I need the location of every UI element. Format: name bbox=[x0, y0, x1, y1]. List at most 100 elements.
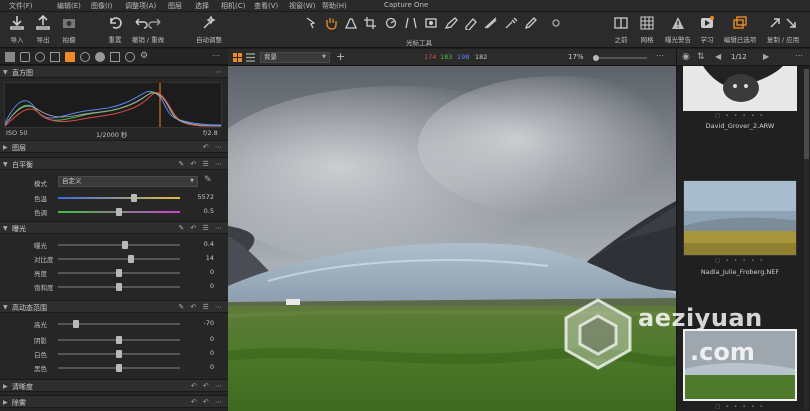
cursor-tools-more[interactable] bbox=[548, 16, 564, 30]
menu-camera[interactable]: 相机(C) bbox=[221, 1, 245, 11]
adjustments-tab-icon[interactable] bbox=[110, 52, 120, 62]
white-value[interactable]: 0 bbox=[188, 349, 214, 357]
contrast-value[interactable]: 14 bbox=[188, 254, 214, 262]
white-balance-header[interactable]: ▼ 白平衡 ✎ ↶ ☰ ⋯ bbox=[0, 157, 228, 170]
list-view-icon[interactable] bbox=[246, 53, 255, 62]
thumbnail-2[interactable] bbox=[683, 180, 797, 256]
shadow-slider[interactable] bbox=[58, 336, 180, 344]
composition-tab-icon[interactable] bbox=[50, 52, 60, 62]
section-tools-icon[interactable]: ↶ ⋯ bbox=[203, 143, 224, 151]
section-tools-icon[interactable]: ✎ ↶ ☰ ⋯ bbox=[178, 160, 224, 168]
picker-tool[interactable] bbox=[503, 16, 519, 30]
slider-knob[interactable] bbox=[116, 269, 122, 277]
menu-layer[interactable]: 图层 bbox=[168, 1, 182, 11]
details-tab-icon[interactable] bbox=[95, 52, 105, 62]
annotate-tool[interactable] bbox=[523, 16, 539, 30]
wb-kelvin-value[interactable]: 5572 bbox=[188, 193, 214, 201]
thumbnail-1[interactable] bbox=[683, 66, 797, 111]
grid-view-icon[interactable] bbox=[233, 53, 242, 62]
tabs-menu-icon[interactable]: ⋯ bbox=[212, 52, 222, 62]
exposure-warning-button[interactable]: 曝光警告 bbox=[660, 15, 696, 44]
wb-kelvin-slider[interactable] bbox=[58, 194, 180, 202]
import-button[interactable]: 导入 bbox=[6, 15, 28, 44]
menu-view[interactable]: 查看(V) bbox=[254, 1, 278, 11]
scrollbar-thumb[interactable] bbox=[804, 69, 809, 159]
rating-dots[interactable]: □ • • • • • bbox=[683, 404, 797, 410]
highlight-value[interactable]: -70 bbox=[188, 319, 214, 327]
prev-icon[interactable]: ◀ bbox=[715, 52, 721, 61]
brightness-value[interactable]: 0 bbox=[188, 268, 214, 276]
grid-button[interactable]: 网格 bbox=[636, 15, 658, 44]
menu-file[interactable]: 文件(F) bbox=[9, 1, 33, 11]
brightness-slider[interactable] bbox=[58, 269, 180, 277]
saturation-value[interactable]: 0 bbox=[188, 282, 214, 290]
lens-tab-icon[interactable] bbox=[35, 52, 45, 62]
slider-knob[interactable] bbox=[116, 208, 122, 216]
wb-tint-value[interactable]: 0.5 bbox=[188, 207, 214, 215]
slider-knob[interactable] bbox=[116, 350, 122, 358]
dehaze-header[interactable]: ▶ 除雾 ↶ ↶ ⋯ bbox=[0, 395, 228, 408]
white-slider[interactable] bbox=[58, 350, 180, 358]
section-tools-icon[interactable]: ↶ ↶ ⋯ bbox=[191, 398, 224, 406]
undo-redo-button[interactable]: 撤销 / 重做 bbox=[128, 15, 168, 44]
menu-help[interactable]: 帮助(H) bbox=[322, 1, 347, 11]
select-tool[interactable] bbox=[303, 16, 319, 30]
more-tabs-icon[interactable]: ⚙ bbox=[140, 52, 150, 62]
menu-image[interactable]: 图像(I) bbox=[91, 1, 113, 11]
layers-header[interactable]: ▶ 图层 ↶ ⋯ bbox=[0, 140, 228, 153]
section-tools-icon[interactable]: ↶ ↶ ⋯ bbox=[191, 382, 224, 390]
add-icon[interactable]: + bbox=[336, 50, 345, 63]
slider-knob[interactable] bbox=[116, 364, 122, 372]
eyedropper-icon[interactable]: ✎ bbox=[204, 175, 212, 185]
edit-selected-button[interactable]: 编辑已选项 bbox=[720, 15, 760, 44]
rating-dots[interactable]: □ • • • • • bbox=[683, 258, 797, 264]
reset-button[interactable]: 重置 bbox=[104, 15, 126, 44]
spot-tool[interactable] bbox=[423, 16, 439, 30]
keystone-tool[interactable] bbox=[403, 16, 419, 30]
copy-apply-button[interactable]: 复制 / 应用 bbox=[762, 15, 804, 44]
slider-knob[interactable] bbox=[116, 336, 122, 344]
rating-dots[interactable]: □ • • • • • bbox=[683, 113, 797, 119]
slider-knob[interactable] bbox=[122, 241, 129, 249]
rotate-tool[interactable] bbox=[383, 16, 399, 30]
metadata-tab-icon[interactable] bbox=[125, 52, 135, 62]
learn-button[interactable]: 学习 bbox=[696, 15, 718, 44]
shadow-value[interactable]: 0 bbox=[188, 335, 214, 343]
viewer-menu-icon[interactable]: ⋯ bbox=[656, 51, 664, 60]
crop-tool[interactable] bbox=[363, 16, 379, 30]
histogram-header[interactable]: ▼ 直方图 ⋯ bbox=[0, 65, 228, 78]
capture-tab-icon[interactable] bbox=[20, 52, 30, 62]
exposure-slider[interactable] bbox=[58, 241, 180, 249]
section-tools-icon[interactable]: ✎ ↶ ☰ ⋯ bbox=[178, 224, 224, 232]
sort-icon[interactable]: ⇅ bbox=[697, 52, 705, 62]
slider-knob[interactable] bbox=[128, 255, 135, 263]
browser-menu-icon[interactable]: ⋯ bbox=[795, 51, 803, 60]
black-slider[interactable] bbox=[58, 364, 180, 372]
exposure-value[interactable]: 0.4 bbox=[188, 240, 214, 248]
eraser-tool[interactable] bbox=[463, 16, 479, 31]
slider-knob[interactable] bbox=[130, 194, 137, 202]
exposure-tab-icon[interactable] bbox=[65, 52, 75, 62]
section-tools-icon[interactable]: ✎ ↶ ☰ ⋯ bbox=[178, 303, 224, 311]
zoom-level[interactable]: 17% bbox=[568, 53, 584, 61]
loupe-tool[interactable] bbox=[343, 16, 359, 30]
zoom-knob[interactable] bbox=[593, 55, 599, 61]
eye-icon[interactable]: ◉ bbox=[682, 52, 690, 62]
brush-tool[interactable] bbox=[443, 16, 459, 30]
menu-select[interactable]: 选择 bbox=[195, 1, 209, 11]
black-value[interactable]: 0 bbox=[188, 363, 214, 371]
menu-edit[interactable]: 编辑(E) bbox=[57, 1, 81, 11]
exposure-header[interactable]: ▼ 曝光 ✎ ↶ ☰ ⋯ bbox=[0, 221, 228, 234]
section-menu-icon[interactable]: ⋯ bbox=[215, 68, 224, 76]
slider-knob[interactable] bbox=[73, 320, 80, 328]
export-button[interactable]: 导出 bbox=[32, 15, 54, 44]
menu-adjust[interactable]: 调整项(A) bbox=[125, 1, 156, 11]
menu-window[interactable]: 视窗(W) bbox=[289, 1, 315, 11]
wb-mode-select[interactable]: 自定义 ▼ bbox=[58, 176, 198, 187]
highlight-slider[interactable] bbox=[58, 320, 180, 328]
auto-adjust-button[interactable]: 自动调整 bbox=[192, 15, 226, 44]
next-icon[interactable]: ▶ bbox=[763, 52, 769, 61]
library-tab-icon[interactable] bbox=[5, 52, 15, 62]
saturation-slider[interactable] bbox=[58, 283, 180, 291]
pan-tool[interactable] bbox=[323, 16, 339, 30]
